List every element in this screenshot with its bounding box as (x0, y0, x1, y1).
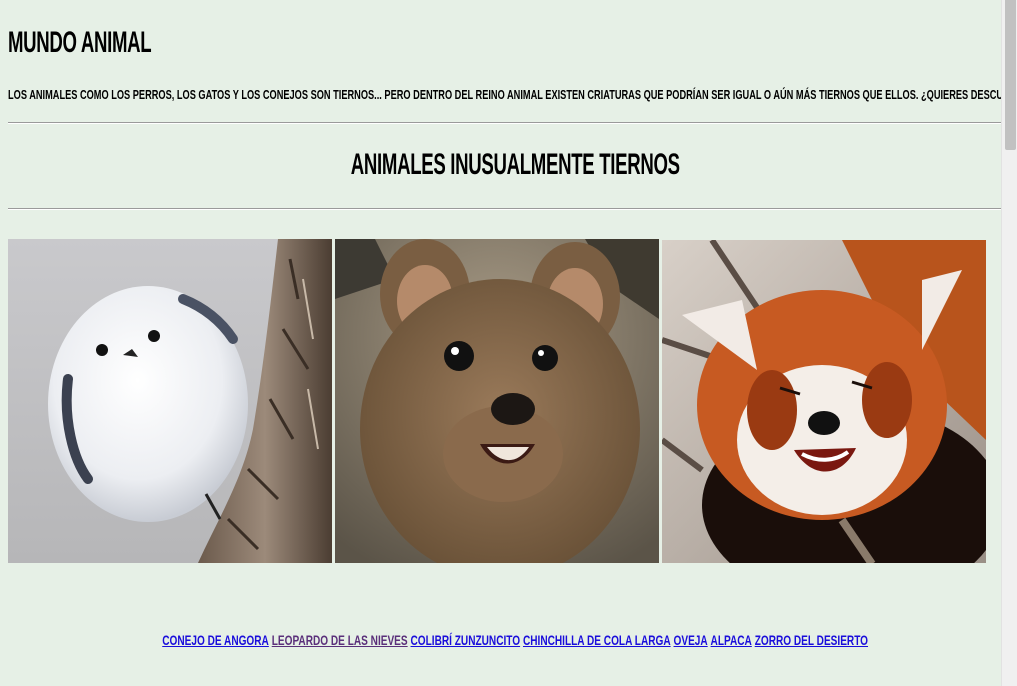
animal-link[interactable]: Oveja (673, 632, 707, 648)
photo-long-tailed-tit (8, 239, 332, 563)
animal-links: Conejo de Angora Leopardo de las nieves Co… (161, 632, 870, 648)
scrollbar-thumb[interactable] (1005, 0, 1016, 150)
intro-text: Los animales como los perros, los gatos … (8, 87, 1001, 102)
animal-link[interactable]: Colibrí zunzuncito (410, 632, 520, 648)
red-panda-illustration (662, 240, 986, 563)
section-title: Animales inusualmente tiernos (350, 148, 680, 181)
animal-link[interactable]: Leopardo de las nieves (272, 632, 408, 648)
divider-bottom (8, 208, 1001, 210)
section-header: Animales inusualmente tiernos (0, 148, 1001, 182)
animal-link[interactable]: Zorro del desierto (755, 632, 868, 648)
animal-links-nav: Conejo de Angora Leopardo de las nieves Co… (0, 632, 1001, 650)
page: Mundo Animal Los animales como los perro… (0, 0, 1001, 686)
vertical-scrollbar[interactable] (1001, 0, 1017, 686)
bird-illustration (8, 239, 332, 563)
animal-link[interactable]: Conejo de Angora (162, 632, 269, 648)
divider-top (8, 122, 1001, 124)
animal-link[interactable]: Chinchilla de cola larga (523, 632, 671, 648)
photo-gallery (8, 239, 988, 563)
photo-red-panda (662, 240, 986, 563)
animal-link[interactable]: Alpaca (710, 632, 751, 648)
photo-quokka (335, 239, 659, 563)
quokka-illustration (335, 239, 659, 563)
page-title: Mundo Animal (8, 26, 152, 59)
